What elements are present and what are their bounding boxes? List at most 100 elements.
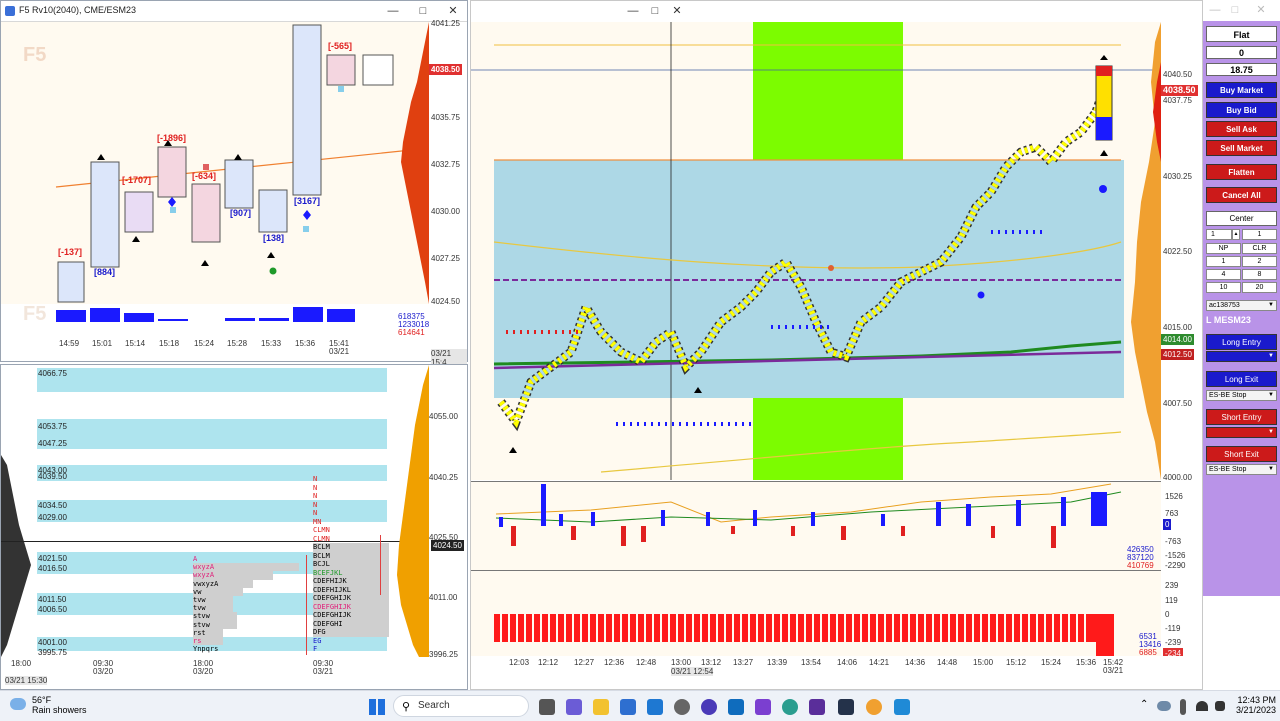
sell-market-button[interactable]: Sell Market <box>1206 140 1277 156</box>
account-select[interactable]: ac138753 ▼ <box>1206 300 1277 311</box>
main-time-axis: 12:03 12:12 12:27 12:36 12:48 13:00 13:1… <box>471 656 1202 689</box>
chevron-down-icon: ▼ <box>1268 353 1274 359</box>
wifi-icon[interactable] <box>1196 701 1208 711</box>
windows-start-icon[interactable] <box>369 699 385 715</box>
close-icon[interactable]: ✕ <box>441 3 465 19</box>
media-player-icon[interactable] <box>701 699 717 715</box>
edge-browser-icon[interactable] <box>782 699 798 715</box>
qty-1-button[interactable]: 1 <box>1206 256 1241 267</box>
qty-2-button[interactable]: 2 <box>1242 256 1277 267</box>
volume-icon[interactable] <box>1215 701 1225 711</box>
cursor-time-tag: 03/21 12:54 <box>671 667 714 676</box>
cloud-icon[interactable] <box>1157 701 1171 711</box>
qty-4-button[interactable]: 4 <box>1206 269 1241 280</box>
microphone-icon[interactable] <box>1180 699 1186 715</box>
minimize-icon[interactable]: — <box>621 3 645 19</box>
sell-ask-button[interactable]: Sell Ask <box>1206 121 1277 137</box>
tpo-right-profile <box>397 365 429 657</box>
delta-label-9: [3167] <box>294 196 321 206</box>
short-exit-strategy-select[interactable]: ES-BE Stop ▼ <box>1206 464 1277 475</box>
close-icon[interactable]: ✕ <box>1249 2 1273 18</box>
visual-studio-icon[interactable] <box>755 699 771 715</box>
main-titlebar[interactable]: — □ ✕ <box>471 1 1202 21</box>
order-window-titlebar[interactable]: — □ ✕ <box>1203 0 1280 21</box>
app-icon <box>5 6 15 16</box>
file-explorer-icon[interactable] <box>593 699 609 715</box>
qty-10-button[interactable]: 10 <box>1206 282 1241 293</box>
minimize-icon[interactable]: — <box>381 3 405 19</box>
vs-code-icon[interactable] <box>809 699 825 715</box>
trading-app-icon[interactable] <box>838 699 854 715</box>
weather-widget[interactable]: 56°F Rain showers <box>8 695 98 717</box>
buy-market-button[interactable]: Buy Market <box>1206 82 1277 98</box>
red-line-tag: 4012.50 <box>1161 349 1194 360</box>
chevron-up-icon[interactable]: ⌃ <box>1140 699 1148 710</box>
footprint-titlebar[interactable]: F5 Rv10(2040), CME/ESM23 — □ ✕ <box>1 1 467 22</box>
task-view-icon[interactable] <box>539 699 555 715</box>
delta-label-7: [907] <box>230 208 252 218</box>
clr-button[interactable]: CLR <box>1242 243 1277 254</box>
maximize-icon[interactable]: □ <box>1223 2 1247 18</box>
outlook-icon[interactable] <box>728 699 744 715</box>
main-price-svg <box>471 22 1161 480</box>
cumulative-pane[interactable] <box>471 570 1161 656</box>
settings-gear-icon[interactable] <box>674 699 690 715</box>
delta-label-1: [-565] <box>328 41 353 51</box>
center-button[interactable]: Center <box>1206 211 1277 226</box>
flatten-button[interactable]: Flatten <box>1206 164 1277 180</box>
long-entry-strategy-select[interactable]: ▼ <box>1206 351 1277 362</box>
long-exit-strategy-select[interactable]: ES-BE Stop ▼ <box>1206 390 1277 401</box>
chrome-browser-icon[interactable] <box>866 699 882 715</box>
taskbar-search[interactable]: ⚲ Search <box>393 695 529 717</box>
delta-pane[interactable] <box>471 481 1161 570</box>
np-button[interactable]: NP <box>1206 243 1241 254</box>
cancel-all-button[interactable]: Cancel All <box>1206 187 1277 203</box>
main-price-chart[interactable] <box>471 22 1161 480</box>
system-clock[interactable]: 12:43 PM 3/21/2023 <box>1232 695 1276 715</box>
tpo-session-prev: A wxyzA wxyzA vwxyzA vw tvw tvw stvw stv… <box>193 555 307 653</box>
delta-svg <box>495 483 1122 548</box>
maximize-icon[interactable]: □ <box>643 3 667 19</box>
delta-label-2: [-1896] <box>157 133 187 143</box>
chat-icon[interactable] <box>566 699 582 715</box>
microsoft-store-icon[interactable] <box>620 699 636 715</box>
quantity-input-2[interactable]: 1 <box>1242 229 1277 240</box>
tpo-chart[interactable]: 4066.75 4053.75 4047.25 4043.00 4039.50 … <box>1 365 429 657</box>
tpo-left-profile <box>1 455 31 657</box>
mail-icon[interactable] <box>647 699 663 715</box>
delta-label-3: [-1707] <box>122 175 152 185</box>
maximize-icon[interactable]: □ <box>411 3 435 19</box>
delta-label-6: [884] <box>94 267 116 277</box>
position-qty: 0 <box>1206 46 1277 59</box>
remote-desktop-icon[interactable] <box>894 699 910 715</box>
current-price-tag: 4038.50 <box>429 64 462 75</box>
last-price-tag: 4038.50 <box>1161 85 1198 96</box>
tpo-price-axis: 4055.00 4040.25 4025.50 4024.50 4011.00 … <box>429 365 467 659</box>
instrument-label: L MESM23 <box>1206 315 1251 325</box>
long-exit-button[interactable]: Long Exit <box>1206 371 1277 387</box>
main-volume-profile <box>1131 22 1161 480</box>
chevron-down-icon: ▼ <box>1268 429 1274 435</box>
quantity-spinner[interactable]: ▲ <box>1232 229 1240 240</box>
qty-20-button[interactable]: 20 <box>1242 282 1277 293</box>
footprint-price-axis: 4041.25 4035.75 4032.75 4030.00 4027.25 … <box>429 19 467 306</box>
tpo-time-axis: 18:00 09:30 18:00 09:30 03/20 03/20 03/2… <box>1 657 467 689</box>
footprint-time-axis: 14:59 15:01 15:14 15:18 15:24 15:28 15:3… <box>1 335 467 367</box>
footprint-svg <box>55 24 422 303</box>
qty-8-button[interactable]: 8 <box>1242 269 1277 280</box>
footprint-window: F5 Rv10(2040), CME/ESM23 — □ ✕ F5 [-565]… <box>0 0 468 367</box>
close-icon[interactable]: ✕ <box>665 3 689 19</box>
footprint-chart[interactable]: F5 [-565] [-1896] [-1707] [-634] [-137] … <box>1 22 429 304</box>
buy-bid-button[interactable]: Buy Bid <box>1206 102 1277 118</box>
short-exit-button[interactable]: Short Exit <box>1206 446 1277 462</box>
short-entry-button[interactable]: Short Entry <box>1206 409 1277 425</box>
footprint-volume-pane: F5 618375 1233018 614641 <box>1 303 429 337</box>
quantity-input[interactable]: 1 <box>1206 229 1232 240</box>
tpo-window: 4066.75 4053.75 4047.25 4043.00 4039.50 … <box>0 364 468 690</box>
short-entry-strategy-select[interactable]: ▼ <box>1206 427 1277 438</box>
chevron-down-icon: ▼ <box>1268 466 1274 472</box>
long-entry-button[interactable]: Long Entry <box>1206 334 1277 350</box>
chevron-down-icon: ▼ <box>1268 392 1274 398</box>
delta-label-4: [-634] <box>192 171 217 181</box>
footprint-volume-profile <box>401 22 429 304</box>
